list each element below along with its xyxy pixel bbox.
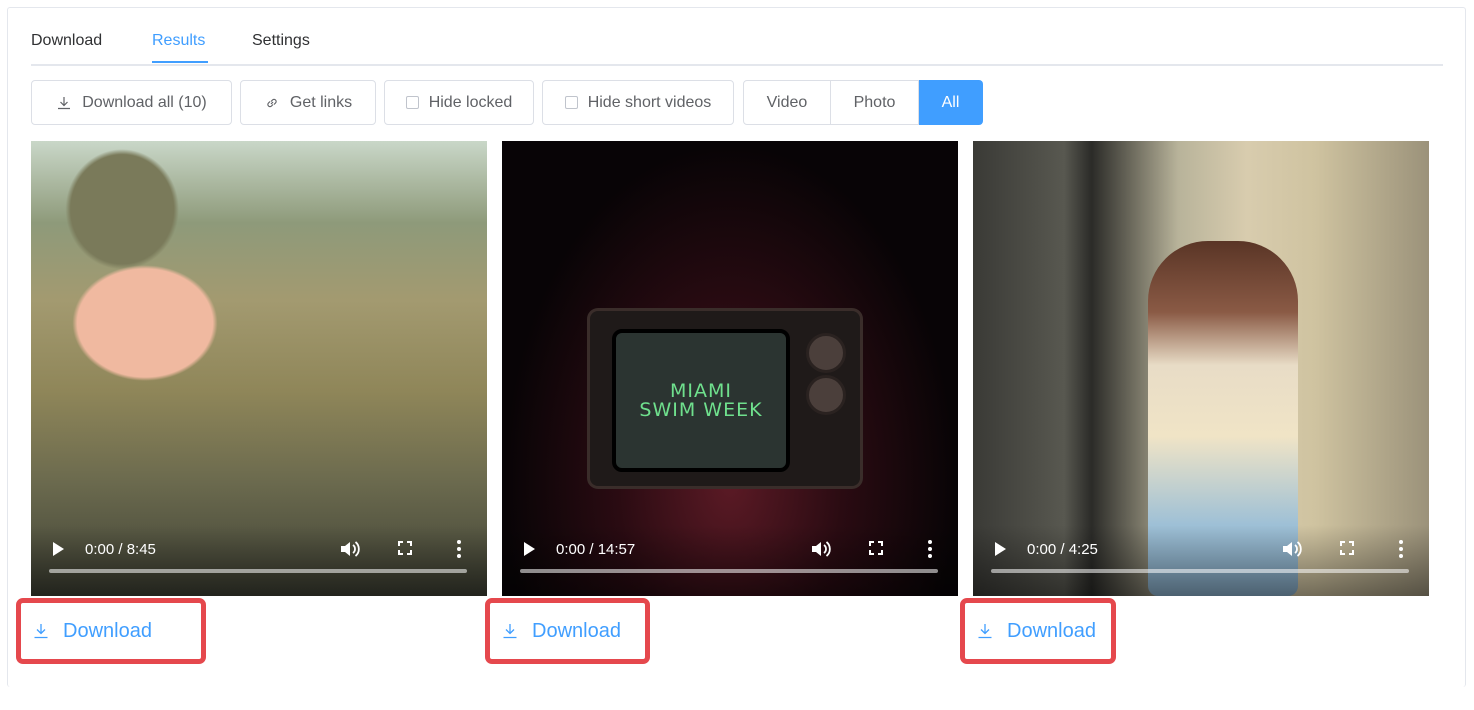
tab-bar: Download Results Settings <box>31 24 1443 66</box>
play-icon[interactable] <box>524 542 535 556</box>
filter-all[interactable]: All <box>919 80 983 125</box>
download-icon <box>56 95 72 111</box>
more-vertical-icon[interactable] <box>928 540 932 558</box>
play-icon[interactable] <box>995 542 1006 556</box>
progress-bar[interactable] <box>520 569 938 573</box>
download-label: Download <box>532 619 621 642</box>
download-label: Download <box>63 619 152 642</box>
tv-knob <box>806 375 846 415</box>
tab-settings[interactable]: Settings <box>252 32 310 62</box>
download-all-label: Download all (10) <box>82 93 207 111</box>
video-controls: 0:00 / 4:25 <box>973 525 1429 596</box>
video-controls: 0:00 / 8:45 <box>31 525 487 596</box>
hide-locked-checkbox-box[interactable] <box>405 96 419 109</box>
video-player[interactable]: MIAMI SWIM WEEK 0:00 / 14:57 <box>502 141 958 596</box>
get-links-button[interactable]: Get links <box>240 80 376 125</box>
hide-short-videos-label: Hide short videos <box>587 93 712 111</box>
link-icon <box>264 95 280 111</box>
download-button[interactable]: Download <box>960 598 1116 664</box>
download-icon <box>978 624 992 639</box>
hide-short-videos-checkbox-box[interactable] <box>564 96 578 109</box>
volume-icon[interactable] <box>810 539 832 559</box>
tv-thumbnail: MIAMI SWIM WEEK <box>590 311 860 486</box>
get-links-label: Get links <box>289 93 353 111</box>
more-vertical-icon[interactable] <box>1399 540 1403 558</box>
progress-bar[interactable] <box>49 569 467 573</box>
download-icon <box>503 624 517 639</box>
filter-video[interactable]: Video <box>743 80 831 125</box>
video-time: 0:00 / 14:57 <box>556 541 636 558</box>
download-all-button[interactable]: Download all (10) <box>31 80 232 125</box>
video-time: 0:00 / 8:45 <box>85 541 156 558</box>
volume-icon[interactable] <box>339 539 361 559</box>
active-tab-indicator <box>152 61 208 63</box>
tab-results[interactable]: Results <box>152 32 205 62</box>
more-vertical-icon[interactable] <box>457 540 461 558</box>
video-controls: 0:00 / 14:57 <box>502 525 958 596</box>
hide-locked-checkbox[interactable]: Hide locked <box>384 80 534 125</box>
download-icon <box>34 624 48 639</box>
progress-bar[interactable] <box>991 569 1409 573</box>
thumbnail-overlay-text: MIAMI SWIM WEEK <box>639 379 763 421</box>
hide-locked-label: Hide locked <box>428 93 513 111</box>
fullscreen-icon[interactable] <box>1340 541 1354 555</box>
media-type-filter: Video Photo All <box>743 80 983 125</box>
fullscreen-icon[interactable] <box>398 541 412 555</box>
download-label: Download <box>1007 619 1096 642</box>
video-player[interactable]: 0:00 / 4:25 <box>973 141 1429 596</box>
download-button[interactable]: Download <box>485 598 650 664</box>
download-button[interactable]: Download <box>16 598 206 664</box>
tv-knob <box>806 333 846 373</box>
tab-download[interactable]: Download <box>31 32 102 62</box>
filter-photo[interactable]: Photo <box>831 80 919 125</box>
play-icon[interactable] <box>53 542 64 556</box>
volume-icon[interactable] <box>1281 539 1303 559</box>
tv-screen: MIAMI SWIM WEEK <box>612 329 790 472</box>
hide-short-videos-checkbox[interactable]: Hide short videos <box>542 80 734 125</box>
video-player[interactable]: 0:00 / 8:45 <box>31 141 487 596</box>
fullscreen-icon[interactable] <box>869 541 883 555</box>
video-time: 0:00 / 4:25 <box>1027 541 1098 558</box>
